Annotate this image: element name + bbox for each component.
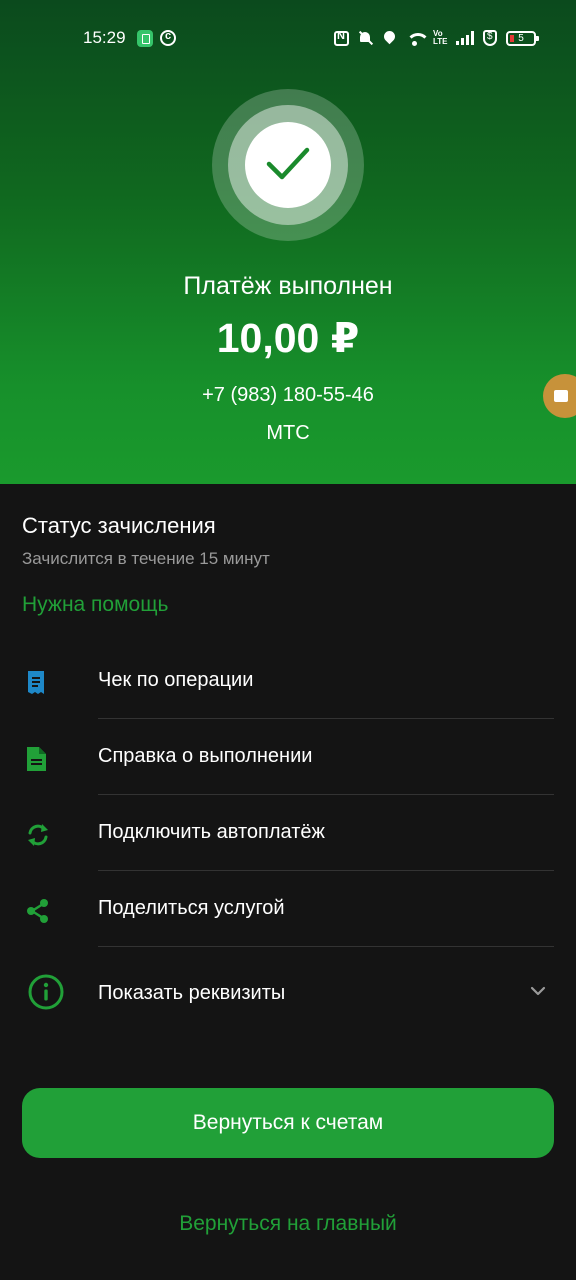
menu-item-label: Поделиться услугой — [98, 897, 285, 919]
recipient-phone: +7 (983) 180-55-46 — [202, 384, 374, 406]
receipt-icon — [24, 669, 52, 697]
menu-item-autopay[interactable]: Подключить автоплатёж — [0, 795, 576, 871]
menu-item-label: Показать реквизиты — [98, 982, 286, 1004]
info-icon — [27, 973, 65, 1011]
payment-success-header: 15:29 VoLTE 5 Платёж выполнен 10,00 ₽ +7… — [0, 0, 576, 484]
menu-item-label: Чек по операции — [98, 669, 254, 691]
shield-icon — [483, 30, 497, 46]
app-notification-icon — [137, 30, 153, 47]
signal-icon — [456, 31, 474, 45]
document-icon — [24, 745, 52, 773]
volte-icon: Vo LTE — [433, 29, 448, 46]
c-app-icon — [160, 30, 176, 46]
help-link[interactable]: Нужна помощь — [22, 593, 168, 617]
menu-item-label: Подключить автоплатёж — [98, 821, 325, 843]
menu-item-share[interactable]: Поделиться услугой — [0, 871, 576, 947]
menu-item-certificate[interactable]: Справка о выполнении — [0, 719, 576, 795]
status-bar: 15:29 VoLTE 5 — [0, 0, 576, 76]
chevron-down-icon[interactable] — [530, 983, 546, 999]
recipient-operator: МТС — [266, 422, 310, 444]
back-to-accounts-button[interactable]: Вернуться к счетам — [22, 1088, 554, 1158]
share-icon — [24, 897, 52, 925]
success-check-icon — [245, 122, 331, 208]
location-icon — [382, 31, 397, 46]
menu-item-requisites[interactable]: Показать реквизиты — [0, 947, 576, 1037]
actions-list: Чек по операции Справка о выполнении Под… — [0, 643, 576, 1037]
credit-status-subtitle: Зачислится в течение 15 минут — [22, 549, 270, 568]
menu-item-label: Справка о выполнении — [98, 745, 313, 767]
back-to-main-link[interactable]: Вернуться на главный — [0, 1212, 576, 1236]
autopay-icon — [24, 821, 52, 849]
status-time: 15:29 — [83, 28, 126, 47]
menu-item-receipt[interactable]: Чек по операции — [0, 643, 576, 719]
wifi-icon — [406, 31, 430, 46]
credit-status-title: Статус зачисления — [22, 513, 216, 538]
payment-status-title: Платёж выполнен — [183, 272, 393, 300]
nfc-icon — [334, 30, 349, 46]
payment-amount: 10,00 ₽ — [216, 315, 360, 361]
mute-icon — [358, 31, 373, 46]
battery-icon: 5 — [506, 30, 539, 46]
